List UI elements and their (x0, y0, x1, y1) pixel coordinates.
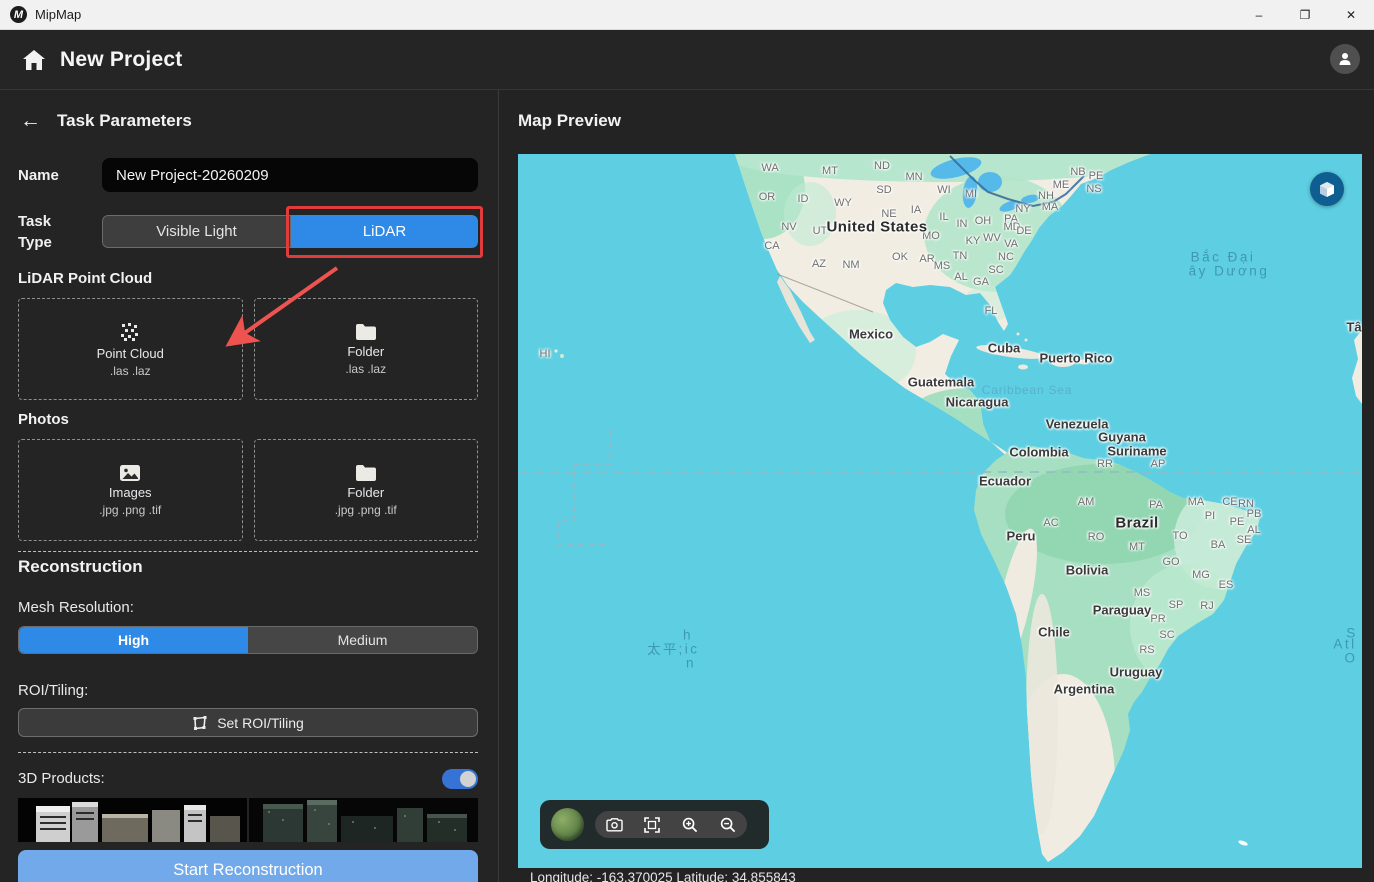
map-canvas[interactable]: WAMTNDMNORIDSDWIWYMINYNEIAILNVUTCAMOOHIN… (518, 154, 1362, 868)
map-tools (595, 811, 747, 838)
roi-tiling-label: ROI/Tiling: (18, 682, 88, 699)
card-label: Folder (347, 344, 384, 359)
app-window: M MipMap – ❐ ✕ New Project ← Task Parame… (0, 0, 1374, 882)
zoom-in-icon (682, 817, 698, 833)
zoom-out-button[interactable] (716, 813, 740, 837)
card-formats: .jpg .png .tif (99, 503, 161, 517)
map-graphic (518, 154, 1362, 868)
zoom-in-button[interactable] (678, 813, 702, 837)
point-cloud-upload-card[interactable]: Point Cloud .las .laz (18, 298, 243, 400)
close-button[interactable]: ✕ (1328, 0, 1374, 29)
panel-title: Task Parameters (57, 111, 192, 131)
folder-icon (355, 464, 377, 482)
point-cloud-icon (119, 321, 141, 343)
page-title: New Project (60, 48, 182, 72)
minimize-button[interactable]: – (1236, 0, 1282, 29)
app-title: MipMap (35, 7, 81, 22)
reconstruction-title: Reconstruction (18, 557, 143, 577)
images-upload-card[interactable]: Images .jpg .png .tif (18, 439, 243, 541)
task-type-visible-light[interactable]: Visible Light (102, 215, 291, 248)
header: New Project (0, 30, 1374, 90)
divider (18, 752, 478, 753)
divider (18, 551, 478, 552)
window-controls: – ❐ ✕ (1236, 0, 1374, 29)
card-label: Folder (347, 485, 384, 500)
map-toolbar (540, 800, 769, 849)
roi-button-label: Set ROI/Tiling (217, 715, 304, 731)
task-parameters-panel: ← Task Parameters Name TaskType Visible … (0, 90, 499, 882)
card-formats: .las .laz (345, 362, 386, 376)
camera-button[interactable] (602, 813, 626, 837)
zoom-out-icon (720, 817, 736, 833)
card-formats: .jpg .png .tif (335, 503, 397, 517)
crop-button[interactable] (640, 813, 664, 837)
polygon-roi-icon (192, 715, 208, 731)
mesh-medium-button[interactable]: Medium (248, 627, 477, 653)
map-3d-button[interactable] (1310, 172, 1344, 206)
project-name-input[interactable] (102, 158, 478, 192)
set-roi-tiling-button[interactable]: Set ROI/Tiling (18, 708, 478, 737)
basemap-thumbnail[interactable] (551, 808, 584, 841)
mesh-resolution-segmented: High Medium (18, 626, 478, 654)
mesh-resolution-label: Mesh Resolution: (18, 599, 134, 616)
products-toggle[interactable] (442, 769, 478, 789)
toggle-knob (460, 771, 476, 787)
product-thumbnail-pointcloud (249, 798, 478, 842)
person-icon (1337, 51, 1353, 67)
lidar-folder-upload-card[interactable]: Folder .las .laz (254, 298, 479, 400)
images-icon (119, 464, 141, 482)
task-type-label: TaskType (18, 211, 88, 253)
folder-icon (355, 323, 377, 341)
product-thumbnails (18, 798, 478, 842)
cube-3d-icon (1319, 181, 1335, 198)
back-button[interactable]: ← (20, 110, 41, 131)
card-formats: .las .laz (110, 364, 151, 378)
map-preview-title: Map Preview (518, 111, 621, 131)
titlebar: M MipMap – ❐ ✕ (0, 0, 1374, 30)
maximize-button[interactable]: ❐ (1282, 0, 1328, 29)
user-avatar[interactable] (1330, 44, 1360, 74)
camera-icon (606, 818, 623, 832)
photos-folder-upload-card[interactable]: Folder .jpg .png .tif (254, 439, 479, 541)
map-coordinates-status: Longitude: -163.370025 Latitude: 34.8558… (530, 870, 796, 882)
card-label: Images (109, 485, 152, 500)
task-type-segmented: Visible Light LiDAR (102, 215, 478, 248)
product-thumbnail-mesh (18, 798, 247, 842)
app-logo-icon: M (10, 6, 27, 23)
map-preview-panel: Map Preview (500, 90, 1374, 882)
photos-section-title: Photos (18, 411, 69, 428)
home-icon[interactable] (22, 49, 46, 71)
mesh-high-button[interactable]: High (19, 627, 248, 653)
card-label: Point Cloud (97, 346, 164, 361)
task-type-lidar[interactable]: LiDAR (291, 215, 478, 248)
photos-upload-row: Images .jpg .png .tif Folder .jpg .png .… (18, 439, 478, 541)
crop-icon (644, 817, 660, 833)
lidar-upload-row: Point Cloud .las .laz Folder .las .laz (18, 298, 478, 400)
start-reconstruction-button[interactable]: Start Reconstruction (18, 850, 478, 882)
name-label: Name (18, 167, 59, 184)
lidar-section-title: LiDAR Point Cloud (18, 270, 152, 287)
products-label: 3D Products: (18, 770, 105, 787)
